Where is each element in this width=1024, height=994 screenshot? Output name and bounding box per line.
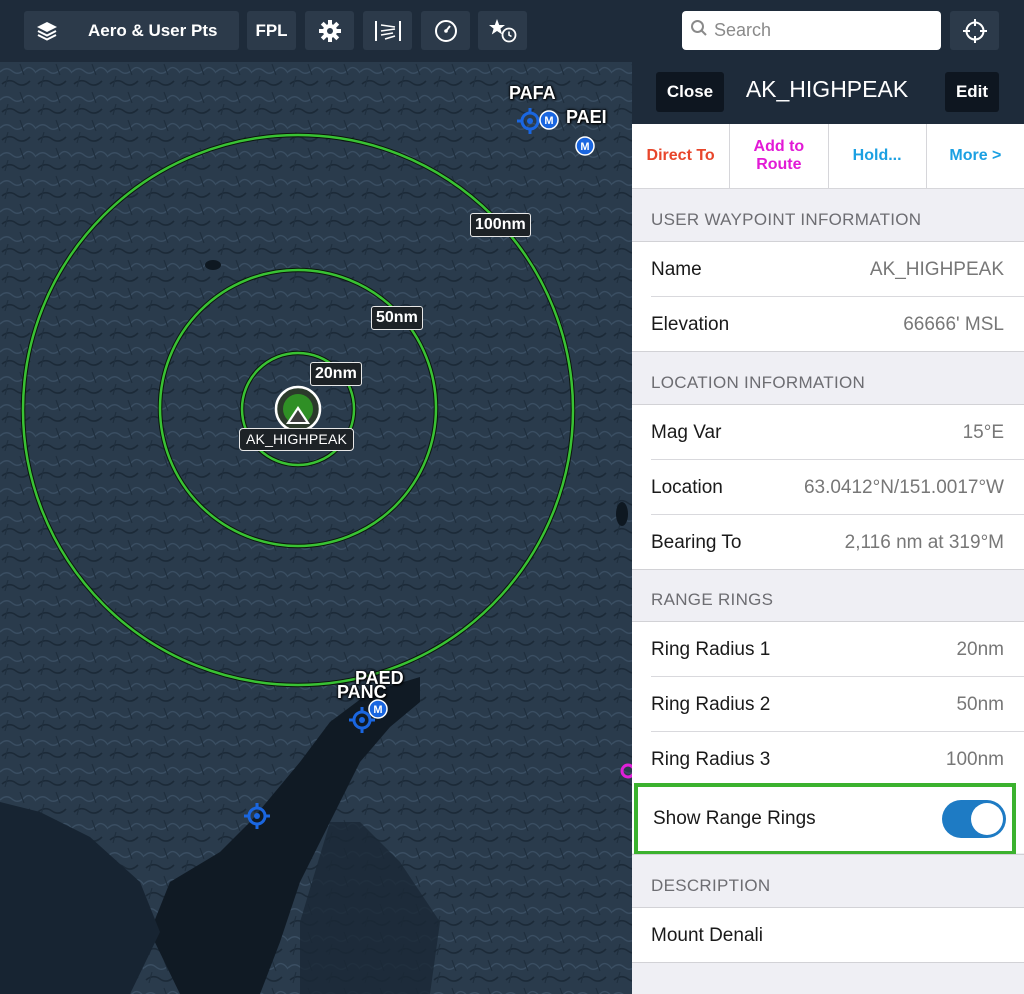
waypoint-info-panel: Close AK_HIGHPEAK Edit Direct To Add to … <box>632 62 1024 994</box>
action-bar: Direct To Add to Route Hold... More > <box>632 124 1024 189</box>
row-mag-var[interactable]: Mag Var 15°E <box>632 405 1024 460</box>
military-badge-icon: M <box>539 110 559 135</box>
panel-header: Close AK_HIGHPEAK Edit <box>632 62 1024 124</box>
row-value: 63.0412°N/151.0017°W <box>803 476 1004 498</box>
svg-text:M: M <box>373 704 382 716</box>
settings-button[interactable] <box>305 11 354 50</box>
row-show-range-rings: Show Range Rings <box>634 783 1016 855</box>
military-badge-icon: M <box>368 699 388 724</box>
more-button[interactable]: More > <box>927 124 1024 188</box>
divider <box>632 962 1024 963</box>
row-label: Ring Radius 2 <box>651 693 771 715</box>
gauge-icon <box>434 19 458 43</box>
section-header-description: DESCRIPTION <box>651 876 771 895</box>
svg-text:M: M <box>580 141 589 153</box>
section-header-location: LOCATION INFORMATION <box>651 373 866 392</box>
row-label: Mag Var <box>651 421 722 443</box>
layers-button[interactable]: Aero & User Pts <box>24 11 239 50</box>
row-label: Name <box>651 258 702 280</box>
row-value: AK_HIGHPEAK <box>869 258 1004 280</box>
row-elevation[interactable]: Elevation 66666' MSL <box>632 297 1024 352</box>
row-value: 20nm <box>956 638 1004 660</box>
panel-title: AK_HIGHPEAK <box>745 76 909 102</box>
row-value: 2,116 nm at 319°M <box>844 531 1004 553</box>
ring-label-20: 20nm <box>310 362 362 386</box>
instruments-button[interactable] <box>421 11 470 50</box>
row-label: Elevation <box>651 313 730 335</box>
top-toolbar: Aero & User Pts FPL Search <box>0 0 1024 62</box>
fpl-label: FPL <box>255 20 288 40</box>
hold-button[interactable]: Hold... <box>829 124 927 188</box>
row-location[interactable]: Location 63.0412°N/151.0017°W <box>632 460 1024 515</box>
recent-favorites-icon <box>488 18 518 44</box>
row-value: 15°E <box>962 421 1004 443</box>
row-value: 50nm <box>956 693 1004 715</box>
section-header-range-rings: RANGE RINGS <box>651 590 774 609</box>
layers-label: Aero & User Pts <box>88 20 218 40</box>
row-description[interactable]: Mount Denali <box>632 908 1024 963</box>
show-range-rings-toggle[interactable] <box>942 800 1006 838</box>
recent-favorites-button[interactable] <box>478 11 527 50</box>
airport-label-pafa[interactable]: PAFA <box>509 83 556 104</box>
layers-icon <box>36 20 58 42</box>
divider <box>632 351 1024 352</box>
airport-label-paei[interactable]: PAEI <box>566 107 607 128</box>
terrain-map <box>0 62 632 994</box>
show-range-rings-label: Show Range Rings <box>653 808 816 829</box>
add-to-route-label: Add to Route <box>753 138 805 173</box>
edit-button[interactable]: Edit <box>945 72 999 112</box>
ring-label-100: 100nm <box>470 213 531 237</box>
divider <box>632 569 1024 570</box>
row-label: Location <box>651 476 723 498</box>
direct-to-button[interactable]: Direct To <box>632 124 731 188</box>
row-label: Bearing To <box>651 531 742 553</box>
fpl-button[interactable]: FPL <box>247 11 296 50</box>
description-text: Mount Denali <box>651 924 763 946</box>
military-badge-icon: M <box>575 136 595 161</box>
row-ring-radius-3[interactable]: Ring Radius 3 100nm <box>632 732 1024 787</box>
gear-icon <box>318 19 342 43</box>
svg-text:M: M <box>544 115 553 127</box>
row-value: 100nm <box>945 748 1004 770</box>
row-bearing-to[interactable]: Bearing To 2,116 nm at 319°M <box>632 515 1024 570</box>
waypoint-label[interactable]: AK_HIGHPEAK <box>239 428 355 451</box>
search-input[interactable]: Search <box>682 11 941 50</box>
row-label: Ring Radius 1 <box>651 638 771 660</box>
divider <box>632 854 1024 855</box>
row-ring-radius-2[interactable]: Ring Radius 2 50nm <box>632 677 1024 732</box>
row-ring-radius-1[interactable]: Ring Radius 1 20nm <box>632 622 1024 677</box>
section-header-user-waypoint: USER WAYPOINT INFORMATION <box>651 210 922 229</box>
row-name[interactable]: Name AK_HIGHPEAK <box>632 242 1024 297</box>
airport-icon[interactable] <box>244 803 270 834</box>
row-value: 66666' MSL <box>903 313 1004 335</box>
map-view[interactable]: 100nm 50nm 20nm AK_HIGHPEAK PAFA PAEI PA… <box>0 62 632 994</box>
row-label: Ring Radius 3 <box>651 748 771 770</box>
locate-icon <box>962 18 988 44</box>
add-to-route-button[interactable]: Add to Route <box>730 124 829 188</box>
procedure-icon <box>373 19 403 43</box>
toggle-knob <box>971 803 1003 835</box>
ring-label-50: 50nm <box>371 306 423 330</box>
search-placeholder: Search <box>714 20 772 40</box>
close-button[interactable]: Close <box>656 72 724 112</box>
procedure-button[interactable] <box>363 11 412 50</box>
locate-button[interactable] <box>950 11 999 50</box>
search-icon <box>690 19 708 42</box>
